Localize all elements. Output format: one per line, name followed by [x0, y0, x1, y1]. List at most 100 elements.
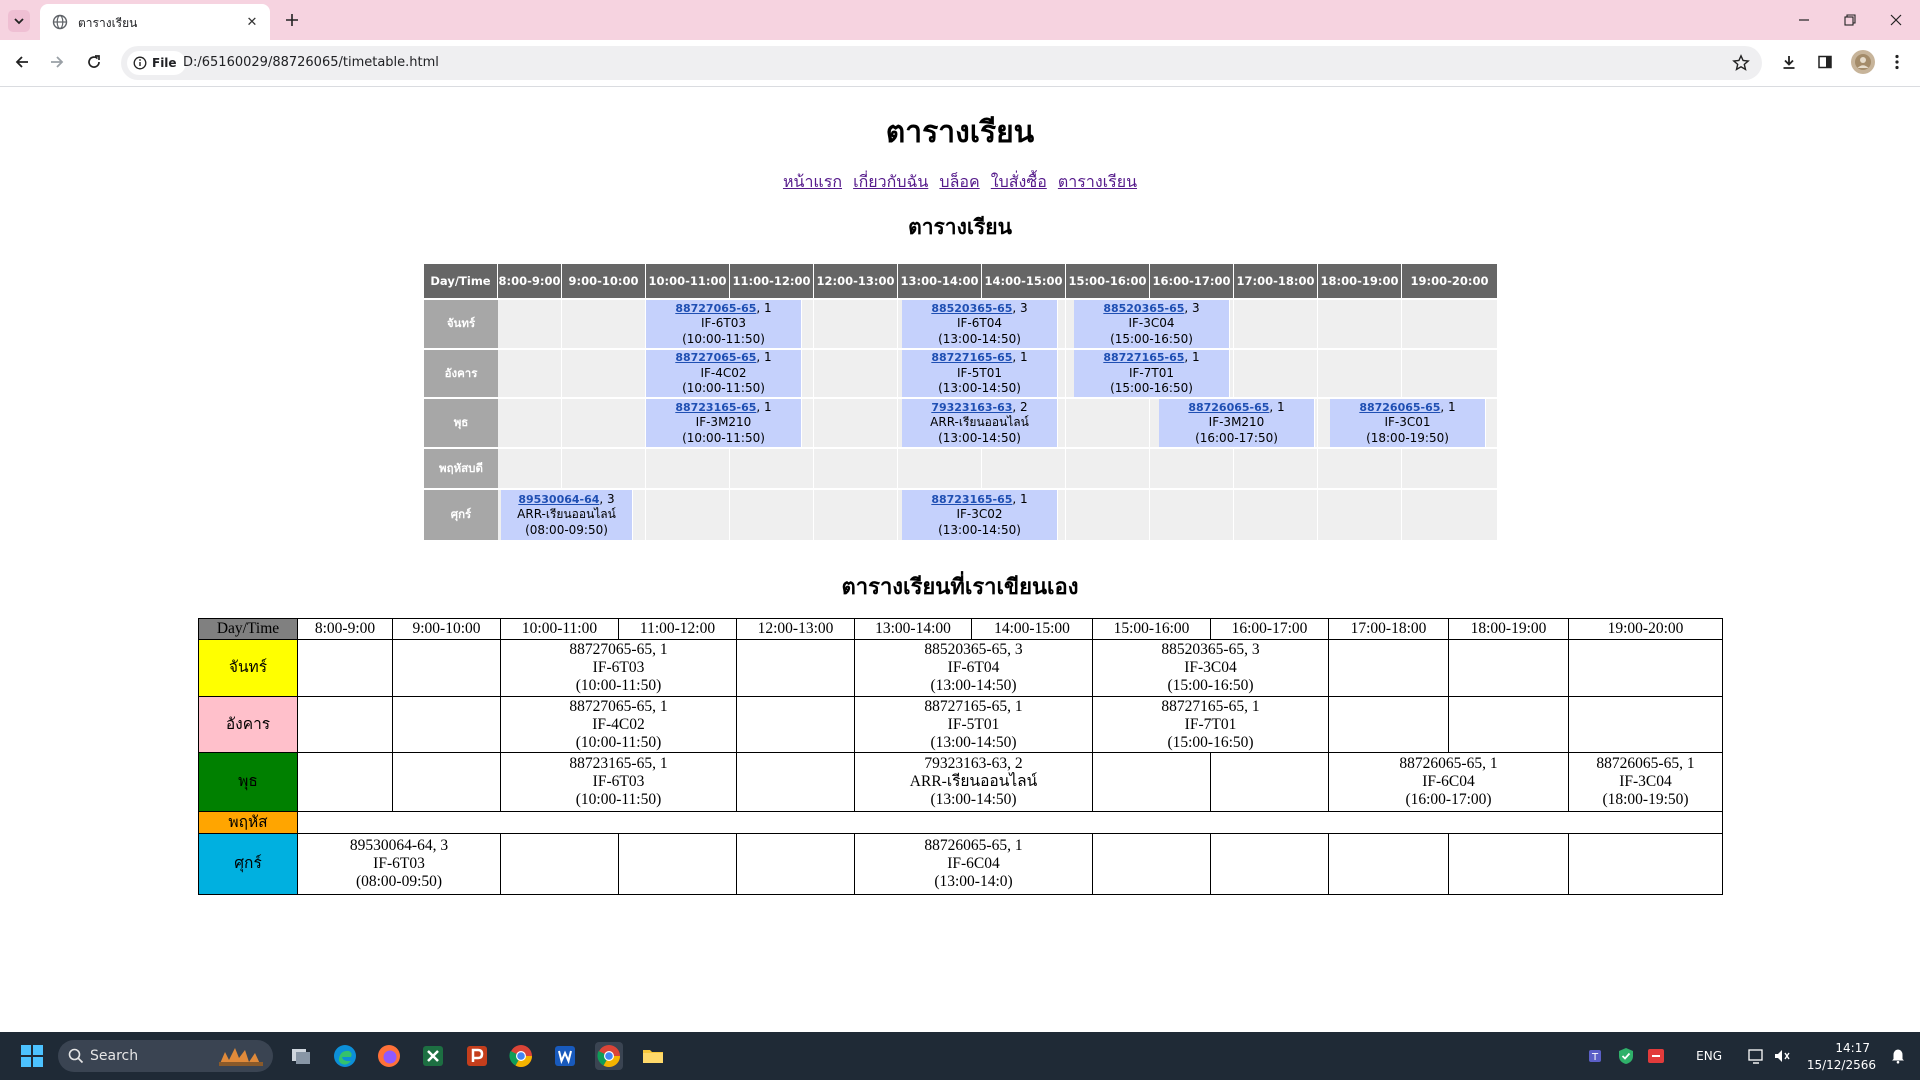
- browser-tab[interactable]: ตารางเรียน ✕: [40, 4, 270, 40]
- course-code-link[interactable]: 88727165-65: [1103, 351, 1184, 364]
- notifications-tray[interactable]: [1884, 1042, 1912, 1070]
- header-time: 18:00-19:00: [1448, 618, 1569, 640]
- course-line: 88723165-65, 1: [646, 400, 801, 416]
- new-tab-button[interactable]: [280, 8, 304, 32]
- empty-slot: [736, 639, 855, 697]
- security-tray[interactable]: [1612, 1042, 1640, 1070]
- word-app[interactable]: [551, 1042, 579, 1070]
- cell-text: จันทร์: [228, 659, 268, 676]
- chrome-app[interactable]: [507, 1042, 535, 1070]
- svg-text:T: T: [1591, 1052, 1599, 1063]
- empty-slot: [498, 449, 562, 490]
- empty-slot: [1328, 696, 1449, 753]
- site-info-chip[interactable]: File: [127, 51, 186, 75]
- network-icon: [1748, 1049, 1763, 1064]
- clock-time[interactable]: 14:17: [1835, 1041, 1870, 1055]
- minimize-button[interactable]: [1792, 8, 1816, 32]
- taskbar-search[interactable]: Search: [58, 1040, 273, 1072]
- start-button[interactable]: [18, 1042, 46, 1070]
- course-code-link[interactable]: 89530064-64: [518, 493, 599, 506]
- cell-text: (10:00-11:50): [575, 733, 662, 751]
- excel-app[interactable]: [419, 1042, 447, 1070]
- course-group: , 1: [756, 300, 772, 315]
- class-block: 88723165-65, 1 IF-3C02 (13:00-14:50): [902, 490, 1058, 542]
- class-block: 88726065-65, 1 IF-3C01 (18:00-19:50): [1330, 399, 1486, 449]
- info-icon: [133, 56, 147, 70]
- course-time: (13:00-14:50): [938, 430, 1021, 445]
- side-panel-button[interactable]: [1813, 50, 1837, 74]
- empty-slot: [1328, 833, 1449, 895]
- course-code-link[interactable]: 88727165-65: [931, 351, 1012, 364]
- empty-slot: [736, 752, 855, 812]
- nav-link-home[interactable]: หน้าแรก: [783, 172, 842, 191]
- cell-text: IF-6C04: [947, 855, 1000, 872]
- downloads-button[interactable]: [1777, 50, 1801, 74]
- nav-link-about[interactable]: เกี่ยวกับฉัน: [853, 172, 928, 191]
- nav-link-order[interactable]: ใบสั่งซื้อ: [991, 172, 1047, 191]
- tab-search-button[interactable]: [8, 10, 30, 32]
- empty-slot: [1318, 300, 1402, 350]
- profile-avatar[interactable]: [1851, 50, 1875, 74]
- empty-slot: [814, 350, 898, 399]
- cell-text: 88727165-65, 1: [1161, 697, 1260, 715]
- cell-text: 88726065-65, 1: [1596, 755, 1695, 772]
- powerpoint-icon: [467, 1046, 487, 1066]
- cell-text: (10:00-11:50): [575, 677, 662, 694]
- course-line: 88726065-65, 1: [1159, 400, 1314, 416]
- language-indicator[interactable]: ENG: [1696, 1049, 1722, 1063]
- nav-link-blog[interactable]: บล็อค: [939, 172, 979, 191]
- back-button[interactable]: [10, 50, 34, 74]
- edge-app[interactable]: [331, 1042, 359, 1070]
- page-content: ตารางเรียน หน้าแรก เกี่ยวกับฉัน บล็อค ใบ…: [0, 87, 1920, 1032]
- page-nav: หน้าแรก เกี่ยวกับฉัน บล็อค ใบสั่งซื้อ ตา…: [0, 170, 1920, 195]
- chrome-app-active[interactable]: [595, 1042, 623, 1070]
- teams-tray[interactable]: T: [1582, 1042, 1610, 1070]
- course-code-link[interactable]: 88726065-65: [1188, 401, 1269, 414]
- volume-tray[interactable]: [1768, 1042, 1796, 1070]
- empty-slot: [1448, 639, 1569, 697]
- network-tray[interactable]: [1742, 1042, 1770, 1070]
- day-label: อังคาร: [424, 350, 498, 399]
- class-block: 88727165-65, 1 IF-5T01 (13:00-14:50): [854, 696, 1093, 753]
- task-view-button[interactable]: [287, 1042, 315, 1070]
- forward-button[interactable]: [45, 50, 69, 74]
- url-text[interactable]: D:/65160029/88726065/timetable.html: [183, 55, 439, 70]
- nav-link-timetable[interactable]: ตารางเรียน: [1058, 172, 1137, 191]
- course-code-link[interactable]: 88723165-65: [675, 401, 756, 414]
- search-icon: [68, 1048, 84, 1064]
- header-time: 9:00-10:00: [392, 618, 501, 640]
- firefox-app[interactable]: [375, 1042, 403, 1070]
- cell-text: IF-3C04: [1184, 659, 1237, 676]
- header-time: 15:00-16:00: [1092, 618, 1211, 640]
- window-close-button[interactable]: [1884, 8, 1908, 32]
- class-block: 88520365-65, 3 IF-3C04 (15:00-16:50): [1092, 639, 1329, 697]
- app-tray[interactable]: [1642, 1042, 1670, 1070]
- course-code-link[interactable]: 88727065-65: [675, 302, 756, 315]
- course-code-link[interactable]: 88723165-65: [931, 493, 1012, 506]
- address-bar[interactable]: File D:/65160029/88726065/timetable.html: [121, 46, 1762, 80]
- course-group: , 3: [1012, 300, 1028, 315]
- powerpoint-app[interactable]: [463, 1042, 491, 1070]
- course-time: (10:00-11:50): [682, 430, 765, 445]
- empty-slot: [297, 639, 393, 697]
- empty-slot: [1568, 696, 1723, 753]
- course-code-link[interactable]: 88520365-65: [931, 302, 1012, 315]
- section-title-timetable: ตารางเรียน: [908, 215, 1012, 239]
- course-code-link[interactable]: 88727065-65: [675, 351, 756, 364]
- reload-button[interactable]: [82, 50, 106, 74]
- day-label: จันทร์: [424, 300, 498, 350]
- clock-date[interactable]: 15/12/2566: [1807, 1058, 1876, 1072]
- restore-button[interactable]: [1838, 8, 1862, 32]
- close-icon[interactable]: ✕: [242, 12, 262, 32]
- file-explorer-app[interactable]: [639, 1042, 667, 1070]
- course-room: IF-4C02: [700, 365, 747, 380]
- course-code-link[interactable]: 79323163-63: [931, 401, 1012, 414]
- course-code-link[interactable]: 88726065-65: [1359, 401, 1440, 414]
- cell-text: (13:00-14:50): [930, 677, 1017, 694]
- bookmark-star-icon[interactable]: [1730, 52, 1752, 74]
- class-block: 88727065-65, 1 IF-4C02 (10:00-11:50): [646, 350, 802, 399]
- course-code-link[interactable]: 88520365-65: [1103, 302, 1184, 315]
- menu-button[interactable]: [1885, 50, 1909, 74]
- empty-slot: [736, 833, 855, 895]
- more-vert-icon: [1895, 54, 1899, 70]
